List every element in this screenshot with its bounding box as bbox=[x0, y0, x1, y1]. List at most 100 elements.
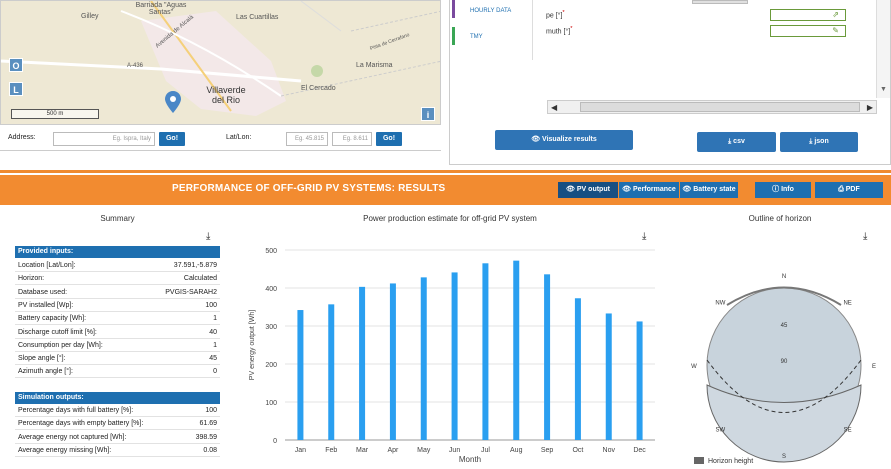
section-divider bbox=[0, 170, 891, 173]
y-tick-label: 200 bbox=[265, 362, 277, 369]
summary-title: Summary bbox=[100, 214, 135, 223]
pdf-button[interactable]: ⎙ PDF bbox=[815, 182, 883, 198]
row-key: Discharge cutoff limit [%]: bbox=[18, 328, 97, 336]
info-icon: ⓘ bbox=[772, 186, 782, 193]
row-key: Horizon: bbox=[18, 275, 45, 283]
pv-output-button[interactable]: 👁 PV output bbox=[558, 182, 618, 198]
map-info-button[interactable]: i bbox=[421, 107, 435, 121]
eye-icon: 👁 bbox=[531, 136, 543, 143]
summary-row: Slope angle [°]: 45 bbox=[15, 352, 220, 366]
x-tick-label: Oct bbox=[572, 447, 583, 454]
results-header: PERFORMANCE OF OFF-GRID PV SYSTEMS: RESU… bbox=[0, 175, 891, 205]
x-tick-label: Jul bbox=[481, 447, 490, 454]
map-place-label: Barriada "Aguas Santas" bbox=[135, 2, 187, 16]
legend-swatch bbox=[694, 457, 704, 464]
bar bbox=[297, 310, 304, 440]
scroll-left-icon[interactable]: ◀ bbox=[551, 103, 557, 112]
map-scale: 500 m bbox=[11, 109, 99, 119]
download-json-button[interactable]: ⤓ json bbox=[780, 132, 858, 152]
eye-icon: 👁 bbox=[566, 186, 577, 193]
horizontal-scrollbar[interactable]: ◀ ▶ bbox=[547, 100, 877, 114]
eye-icon: 👁 bbox=[682, 186, 694, 193]
x-axis-label: Month bbox=[459, 455, 481, 464]
direction-label: N bbox=[782, 274, 786, 280]
row-value: 40 bbox=[209, 328, 217, 336]
print-icon: ⎙ bbox=[838, 186, 846, 193]
bar bbox=[482, 263, 489, 440]
row-value: 398.59 bbox=[195, 433, 217, 441]
row-value: 37.591,-5.879 bbox=[173, 262, 217, 269]
azimuth-input[interactable]: ✎ bbox=[770, 25, 846, 37]
slope-field-label: pe [°]* bbox=[546, 10, 565, 20]
direction-label: E bbox=[872, 364, 876, 370]
info-button[interactable]: ⓘ Info bbox=[755, 182, 811, 198]
direction-label: NE bbox=[843, 300, 851, 306]
x-tick-label: Jan bbox=[295, 447, 306, 454]
map-view[interactable]: Gilley Barriada "Aguas Santas" Las Cuart… bbox=[0, 0, 441, 125]
address-go-button[interactable]: Go! bbox=[159, 132, 185, 146]
inputs-header: Provided inputs: bbox=[15, 246, 220, 258]
x-tick-label: Dec bbox=[633, 447, 646, 454]
row-value: PVGIS-SARAH2 bbox=[165, 288, 217, 296]
eye-icon: 👁 bbox=[622, 186, 634, 193]
visualize-results-button[interactable]: 👁 Visualize results bbox=[495, 130, 633, 150]
latlon-go-button[interactable]: Go! bbox=[376, 132, 402, 146]
optimize-icon[interactable]: ⇗ bbox=[832, 10, 839, 19]
lon-input[interactable]: Eg. 8.611 bbox=[332, 132, 372, 146]
map-place-label: Las Cuartillas bbox=[236, 14, 279, 21]
battery-state-button[interactable]: 👁 Battery state bbox=[680, 182, 738, 198]
y-tick-label: 0 bbox=[273, 438, 277, 445]
scroll-right-icon[interactable]: ▶ bbox=[867, 103, 873, 112]
download-csv-button[interactable]: ⤓ csv bbox=[697, 132, 776, 152]
row-key: Average energy not captured [Wh]: bbox=[18, 433, 127, 441]
vertical-scrollbar[interactable]: ▼ bbox=[876, 0, 890, 98]
tab-hourly-data[interactable]: HOURLY DATA bbox=[470, 8, 511, 14]
address-label: Address: bbox=[8, 134, 36, 141]
slope-input[interactable]: ⇗ bbox=[770, 9, 846, 21]
y-tick-label: 100 bbox=[265, 400, 277, 407]
x-tick-label: Mar bbox=[356, 447, 369, 454]
summary-row: Database used: PVGIS-SARAH2 bbox=[15, 286, 220, 299]
x-tick-label: Aug bbox=[510, 447, 523, 454]
row-key: Battery capacity [Wh]: bbox=[18, 315, 87, 323]
bar bbox=[389, 283, 396, 440]
summary-row: Location [Lat/Lon]: 37.591,-5.879 bbox=[15, 259, 220, 272]
y-axis-label: PV energy output [Wh] bbox=[249, 310, 256, 380]
bar bbox=[605, 313, 612, 440]
map-place-label: Gilley bbox=[81, 13, 99, 20]
row-key: Percentage days with empty battery [%]: bbox=[18, 420, 144, 428]
settings-panel: HOURLY DATA TMY pe [°]* muth [°]* ⇗ ✎ ▼ … bbox=[449, 0, 891, 165]
summary-row: PV installed [Wp]: 100 bbox=[15, 299, 220, 312]
optimize-icon[interactable]: ✎ bbox=[832, 26, 839, 35]
summary-row: Percentage days with empty battery [%]: 6… bbox=[15, 417, 220, 431]
map-control-o-button[interactable]: O bbox=[9, 58, 23, 72]
map-control-l-button[interactable]: L bbox=[9, 82, 23, 96]
horizon-chart: 45 90 N NE E SE S SW W NW Horizon height bbox=[691, 274, 876, 465]
address-input[interactable]: Eg. Ispra, Italy bbox=[53, 132, 155, 146]
bar bbox=[544, 274, 551, 440]
tab-marker bbox=[452, 0, 455, 18]
x-tick-label: Jun bbox=[449, 447, 460, 454]
tab-marker bbox=[452, 27, 455, 45]
bar bbox=[328, 304, 335, 440]
direction-label: SW bbox=[716, 428, 726, 434]
download-icon[interactable]: ⤓ bbox=[863, 231, 867, 242]
location-pin-icon[interactable] bbox=[165, 91, 181, 115]
tab-tmy[interactable]: TMY bbox=[470, 34, 483, 40]
bar bbox=[359, 286, 366, 440]
row-value: 100 bbox=[205, 407, 217, 414]
partial-button[interactable] bbox=[692, 0, 748, 4]
map-place-label: La Marisma bbox=[356, 62, 393, 69]
download-icon[interactable]: ⤓ bbox=[206, 231, 210, 242]
bar bbox=[451, 272, 458, 440]
x-tick-label: May bbox=[417, 447, 431, 454]
performance-button[interactable]: 👁 Performance bbox=[619, 182, 679, 198]
lat-input[interactable]: Eg. 45.815 bbox=[286, 132, 328, 146]
azimuth-field-label: muth [°]* bbox=[546, 26, 573, 36]
scroll-down-icon[interactable]: ▼ bbox=[880, 86, 887, 93]
map-place-label: Villaverde del Rio bbox=[206, 85, 246, 105]
bar bbox=[574, 298, 581, 440]
ring-label: 45 bbox=[781, 323, 788, 329]
scroll-thumb[interactable] bbox=[580, 102, 860, 112]
row-key: Location [Lat/Lon]: bbox=[18, 262, 76, 269]
